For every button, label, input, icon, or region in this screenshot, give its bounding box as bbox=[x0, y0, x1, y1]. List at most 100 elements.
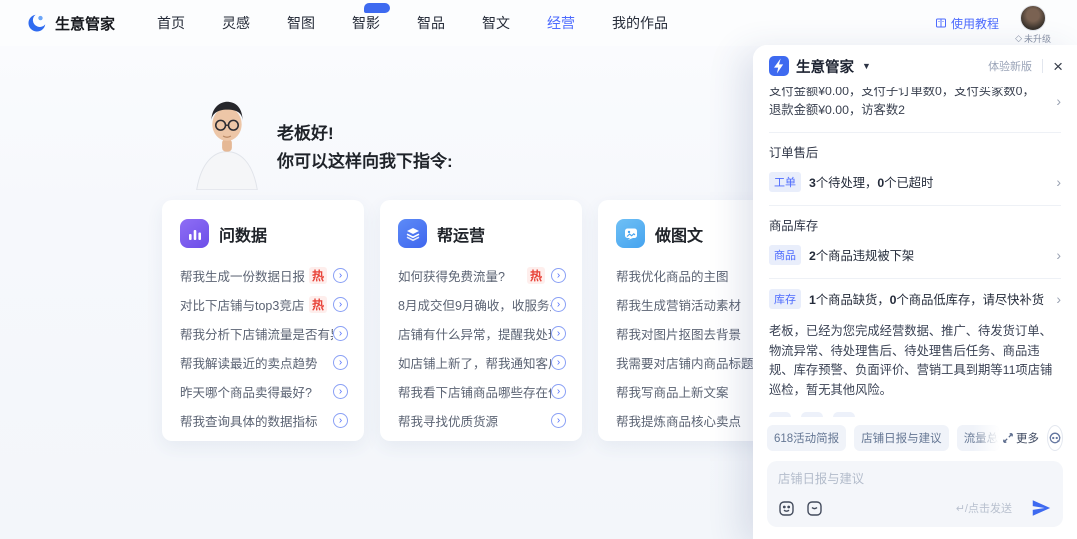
prompt-text: 帮我写商品上新文案 bbox=[616, 382, 769, 401]
prompt-text: 对比下店铺与top3竞店的数... bbox=[180, 295, 305, 314]
nav-item-my-works[interactable]: 我的作品 bbox=[612, 13, 668, 33]
chip-traffic-analysis[interactable]: 流量总体分析 bbox=[957, 425, 999, 451]
arrow-circle-icon[interactable]: › bbox=[333, 297, 348, 312]
prompt-item[interactable]: 昨天哪个商品卖得最好? › bbox=[180, 377, 348, 406]
goods-tag: 商品 bbox=[769, 245, 801, 265]
chip-618-report[interactable]: 618活动简报 bbox=[767, 425, 846, 451]
arrow-circle-icon[interactable]: › bbox=[551, 413, 566, 428]
card-title: 帮运营 bbox=[437, 222, 485, 246]
assistant-panel: 生意管家 ▼ 体验新版 × 支付金额¥0.00，支付子订单数0，支付买家数0，退… bbox=[753, 45, 1077, 539]
chevron-right-icon[interactable]: › bbox=[1056, 93, 1061, 109]
diamond-icon: ◇ bbox=[1015, 33, 1022, 44]
chip-daily-report[interactable]: 店铺日报与建议 bbox=[854, 425, 949, 451]
quick-chips-row: 618活动简报 店铺日报与建议 流量总体分析 更多 bbox=[767, 425, 1063, 451]
ticket-tag: 工单 bbox=[769, 172, 801, 192]
aftersale-row[interactable]: 工单 3个待处理，0个已超时 › bbox=[769, 172, 1061, 192]
upgrade-status[interactable]: ◇ 未升级 bbox=[1015, 32, 1051, 45]
hot-badge: 热 bbox=[309, 296, 327, 313]
tutorial-label: 使用教程 bbox=[951, 15, 999, 32]
panel-body[interactable]: 支付金额¥0.00，支付子订单数0，支付买家数0，退款金额¥0.00，访客数2 … bbox=[753, 87, 1077, 417]
prompt-item[interactable]: 帮我解读最近的卖点趋势 › bbox=[180, 348, 348, 377]
prompt-text: 店铺有什么异常，提醒我处理 bbox=[398, 324, 551, 343]
brand[interactable]: 生意管家 bbox=[26, 12, 115, 34]
chevron-right-icon[interactable]: › bbox=[1056, 174, 1061, 190]
prompt-item[interactable]: 如何获得免费流量? 热 › bbox=[398, 261, 566, 290]
close-icon[interactable]: × bbox=[1053, 58, 1063, 75]
chevron-right-icon[interactable]: › bbox=[1056, 291, 1061, 307]
nav-item-zhiying[interactable]: 智影 bbox=[352, 13, 380, 33]
nav-item-zhipin[interactable]: 智品 bbox=[417, 13, 445, 33]
hot-badge: 热 bbox=[527, 267, 545, 284]
expand-arrows-icon bbox=[1003, 433, 1013, 443]
avatar[interactable] bbox=[1020, 5, 1046, 31]
more-button[interactable]: 更多 bbox=[1003, 430, 1039, 446]
prompt-item[interactable]: 对比下店铺与top3竞店的数... 热 › bbox=[180, 290, 348, 319]
arrow-circle-icon[interactable]: › bbox=[333, 268, 348, 283]
arrow-circle-icon[interactable]: › bbox=[333, 384, 348, 399]
arrow-circle-icon[interactable]: › bbox=[333, 326, 348, 341]
chevron-down-icon[interactable]: ▼ bbox=[862, 61, 871, 71]
panel-title: 生意管家 bbox=[796, 56, 854, 77]
stock-tag: 库存 bbox=[769, 289, 801, 309]
tutorial-link[interactable]: 使用教程 bbox=[935, 15, 999, 32]
prompt-item[interactable]: 8月成交但9月确收，收服务费... › bbox=[398, 290, 566, 319]
assistant-service-button[interactable] bbox=[1047, 425, 1063, 451]
emoji-icon[interactable] bbox=[778, 500, 795, 517]
prompt-item[interactable]: 帮我寻找优质货源 › bbox=[398, 406, 566, 435]
text: 个已超时 bbox=[884, 176, 933, 190]
aftersale-text: 3个待处理，0个已超时 bbox=[809, 173, 933, 191]
prompt-item[interactable]: 帮我查询具体的数据指标 › bbox=[180, 406, 348, 435]
book-icon bbox=[935, 17, 947, 29]
hot-badge: 热 bbox=[309, 267, 327, 284]
nav-item-inspiration[interactable]: 灵感 bbox=[222, 13, 250, 33]
image-chat-icon bbox=[616, 219, 645, 248]
try-new-version-button[interactable]: 体验新版 bbox=[988, 58, 1032, 74]
greeting-line1: 老板好! bbox=[277, 120, 453, 148]
prompt-item[interactable]: 如店铺上新了，帮我通知客户 › bbox=[398, 348, 566, 377]
card-title: 问数据 bbox=[219, 222, 267, 246]
prompt-text: 如店铺上新了，帮我通知客户 bbox=[398, 353, 551, 372]
nav-item-zhitu[interactable]: 智图 bbox=[287, 13, 315, 33]
divider bbox=[1042, 59, 1043, 73]
arrow-circle-icon[interactable]: › bbox=[551, 384, 566, 399]
prompt-item[interactable]: 帮我分析下店铺流量是否有异常 › bbox=[180, 319, 348, 348]
panel-logo-icon bbox=[769, 56, 789, 76]
arrow-circle-icon[interactable]: › bbox=[551, 297, 566, 312]
nav-item-home[interactable]: 首页 bbox=[157, 13, 185, 33]
send-button[interactable] bbox=[1030, 497, 1052, 519]
arrow-circle-icon[interactable]: › bbox=[333, 355, 348, 370]
prompt-text: 我需要对店铺内商品标题进行 bbox=[616, 353, 769, 372]
text: 个商品低库存，请尽快补货 bbox=[896, 293, 1044, 307]
arrow-circle-icon[interactable]: › bbox=[551, 326, 566, 341]
chat-input[interactable] bbox=[778, 472, 1052, 486]
text: 个商品违规被下架 bbox=[816, 249, 914, 263]
chevron-right-icon[interactable]: › bbox=[1056, 247, 1061, 263]
paper-plane-icon bbox=[1030, 497, 1052, 519]
prompt-text: 帮我分析下店铺流量是否有异常 bbox=[180, 324, 333, 343]
prompt-item[interactable]: 店铺有什么异常，提醒我处理 › bbox=[398, 319, 566, 348]
stock-row[interactable]: 库存 1个商品缺货，0个商品低库存，请尽快补货 › bbox=[769, 289, 1061, 309]
nav-right: 使用教程 ◇ 未升级 bbox=[935, 1, 1051, 45]
arrow-circle-icon[interactable]: › bbox=[551, 268, 566, 283]
nav-item-jingying[interactable]: 经营 bbox=[547, 13, 575, 33]
prompt-text: 帮我寻找优质货源 bbox=[398, 411, 551, 430]
goods-row[interactable]: 商品 2个商品违规被下架 › bbox=[769, 245, 1061, 265]
card-title: 做图文 bbox=[655, 222, 703, 246]
top-nav: 生意管家 首页 灵感 智图 智影 智品 智文 经营 我的作品 使用教程 ◇ 未升… bbox=[0, 0, 1077, 46]
card-ask-data: 问数据 帮我生成一份数据日报 热 › 对比下店铺与top3竞店的数... 热 ›… bbox=[162, 200, 364, 441]
metrics-row[interactable]: 支付金额¥0.00，支付子订单数0，支付买家数0，退款金额¥0.00，访客数2 … bbox=[769, 87, 1061, 128]
prompt-item[interactable]: 帮我生成一份数据日报 热 › bbox=[180, 261, 348, 290]
panel-bottom: 618活动简报 店铺日报与建议 流量总体分析 更多 ↵/点击发送 bbox=[753, 417, 1077, 539]
orders-icon[interactable] bbox=[806, 500, 823, 517]
arrow-circle-icon[interactable]: › bbox=[551, 355, 566, 370]
layers-icon bbox=[398, 219, 427, 248]
nav-links: 首页 灵感 智图 智影 智品 智文 经营 我的作品 bbox=[157, 13, 668, 33]
chat-input-box[interactable]: ↵/点击发送 bbox=[767, 461, 1063, 527]
prompt-item[interactable]: 帮我看下店铺商品哪些存在优化... › bbox=[398, 377, 566, 406]
arrow-circle-icon[interactable]: › bbox=[333, 413, 348, 428]
brand-name: 生意管家 bbox=[55, 13, 115, 34]
nav-item-zhiwen[interactable]: 智文 bbox=[482, 13, 510, 33]
prompt-text: 帮我生成一份数据日报 bbox=[180, 266, 305, 285]
user-block[interactable]: ◇ 未升级 bbox=[1015, 5, 1051, 45]
stock-text: 1个商品缺货，0个商品低库存，请尽快补货 bbox=[809, 290, 1044, 308]
